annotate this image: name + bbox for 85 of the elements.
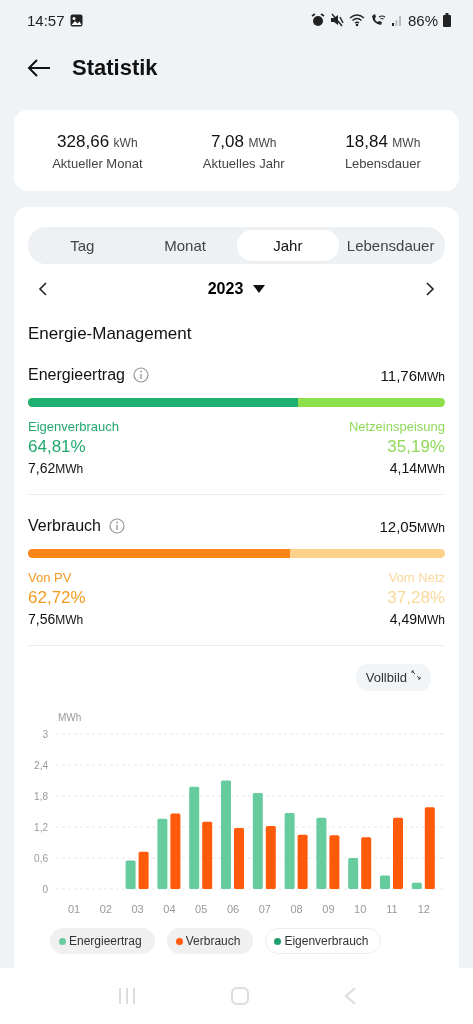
legend-item[interactable]: Energieertrag [50, 928, 155, 954]
expand-icon [411, 670, 421, 680]
back-button[interactable] [26, 58, 52, 78]
breakdown-total: 11,76MWh [380, 366, 445, 384]
share-percent: 62,72% [28, 588, 86, 608]
x-tick-label: 04 [163, 903, 176, 915]
share-label: Netzeinspeisung [348, 419, 445, 434]
x-tick-label: 06 [226, 903, 240, 915]
bar [125, 860, 136, 889]
info-icon[interactable] [108, 518, 125, 534]
bar [361, 837, 372, 889]
bar [316, 817, 327, 889]
bar [348, 858, 359, 889]
status-time: 14:57 [27, 11, 65, 29]
legend-label: Energieertrag [69, 934, 142, 948]
summary-label: Lebensdauer [344, 156, 421, 171]
bar [393, 817, 403, 889]
page-title: Statistik [72, 55, 158, 81]
share-percent: 35,19% [387, 437, 445, 457]
x-tick-label: 12 [417, 903, 430, 915]
summary-value: 328,66 kWh [56, 132, 139, 152]
x-tick-label: 07 [258, 903, 271, 915]
bar [138, 851, 149, 889]
axis-unit: MWh [58, 712, 82, 723]
signal-icon [390, 14, 403, 26]
section-title: Energie-Management [28, 324, 193, 344]
share-label: Von PV [28, 570, 73, 585]
mute-icon [329, 13, 344, 27]
wifi-icon [348, 13, 365, 27]
bar [329, 835, 340, 889]
legend-label: Verbrauch [185, 934, 241, 948]
x-tick-label: 09 [322, 903, 335, 915]
period-tab[interactable]: Jahr [236, 230, 340, 261]
share-percent: 64,81% [28, 437, 87, 457]
chevron-right-icon [425, 282, 435, 296]
share-value: 7,62MWh [28, 460, 85, 476]
share-value: 4,49MWh [389, 611, 445, 627]
bar [265, 825, 276, 889]
battery-level: 86% [407, 11, 438, 29]
x-tick-label: 02 [99, 903, 112, 915]
y-tick-label: 2,4 [34, 760, 48, 771]
bar [380, 875, 390, 889]
bar [411, 882, 422, 889]
bar [157, 818, 168, 889]
bar [234, 828, 244, 889]
summary-label: Aktueller Monat [52, 156, 143, 171]
year-dropdown[interactable]: 2023 [201, 279, 272, 299]
x-tick-label: 08 [290, 903, 303, 915]
legend-item[interactable]: Verbrauch [166, 928, 254, 954]
period-tab[interactable]: Tag [31, 230, 134, 261]
x-tick-label: 10 [354, 903, 367, 915]
summary-value: 7,08 MWh [209, 132, 278, 152]
fullscreen-button[interactable]: Vollbild [355, 664, 431, 691]
y-tick-label: 1,2 [34, 822, 48, 833]
summary-value: 18,84 MWh [344, 132, 421, 152]
breakdown-title: Verbrauch [28, 517, 101, 535]
period-tab[interactable]: Lebensdauer [339, 230, 442, 261]
bar [297, 834, 308, 889]
info-icon[interactable] [132, 367, 149, 383]
x-tick-label: 01 [67, 903, 81, 915]
y-tick-label: 1,8 [34, 791, 48, 802]
share-label: Vom Netz [388, 570, 445, 585]
share-percent: 37,28% [387, 588, 445, 608]
battery-icon [443, 13, 451, 27]
period-tab[interactable]: Monat [133, 230, 237, 261]
alarm-icon [310, 13, 325, 27]
wifi-call-icon [369, 13, 386, 27]
x-tick-label: 03 [131, 903, 144, 915]
share-value: 7,56MWh [28, 611, 85, 627]
breakdown-title: Energieertrag [28, 366, 125, 384]
summary-label: Aktuelles Jahr [202, 156, 285, 171]
image-icon [69, 13, 83, 27]
breakdown-total: 12,05MWh [379, 517, 445, 535]
y-tick-label: 0,6 [34, 853, 48, 864]
legend-label: Eigenverbrauch [284, 934, 369, 948]
share-label: Eigenverbrauch [28, 419, 120, 434]
chevron-left-icon [38, 282, 48, 296]
bar [202, 821, 213, 889]
legend-item[interactable]: Eigenverbrauch [265, 928, 382, 954]
y-tick-label: 0 [42, 884, 48, 895]
share-value: 4,14MWh [389, 460, 445, 476]
x-tick-label: 05 [195, 903, 208, 915]
x-tick-label: 11 [386, 903, 398, 915]
caret-icon [253, 285, 266, 293]
y-tick-label: 3 [42, 729, 48, 740]
